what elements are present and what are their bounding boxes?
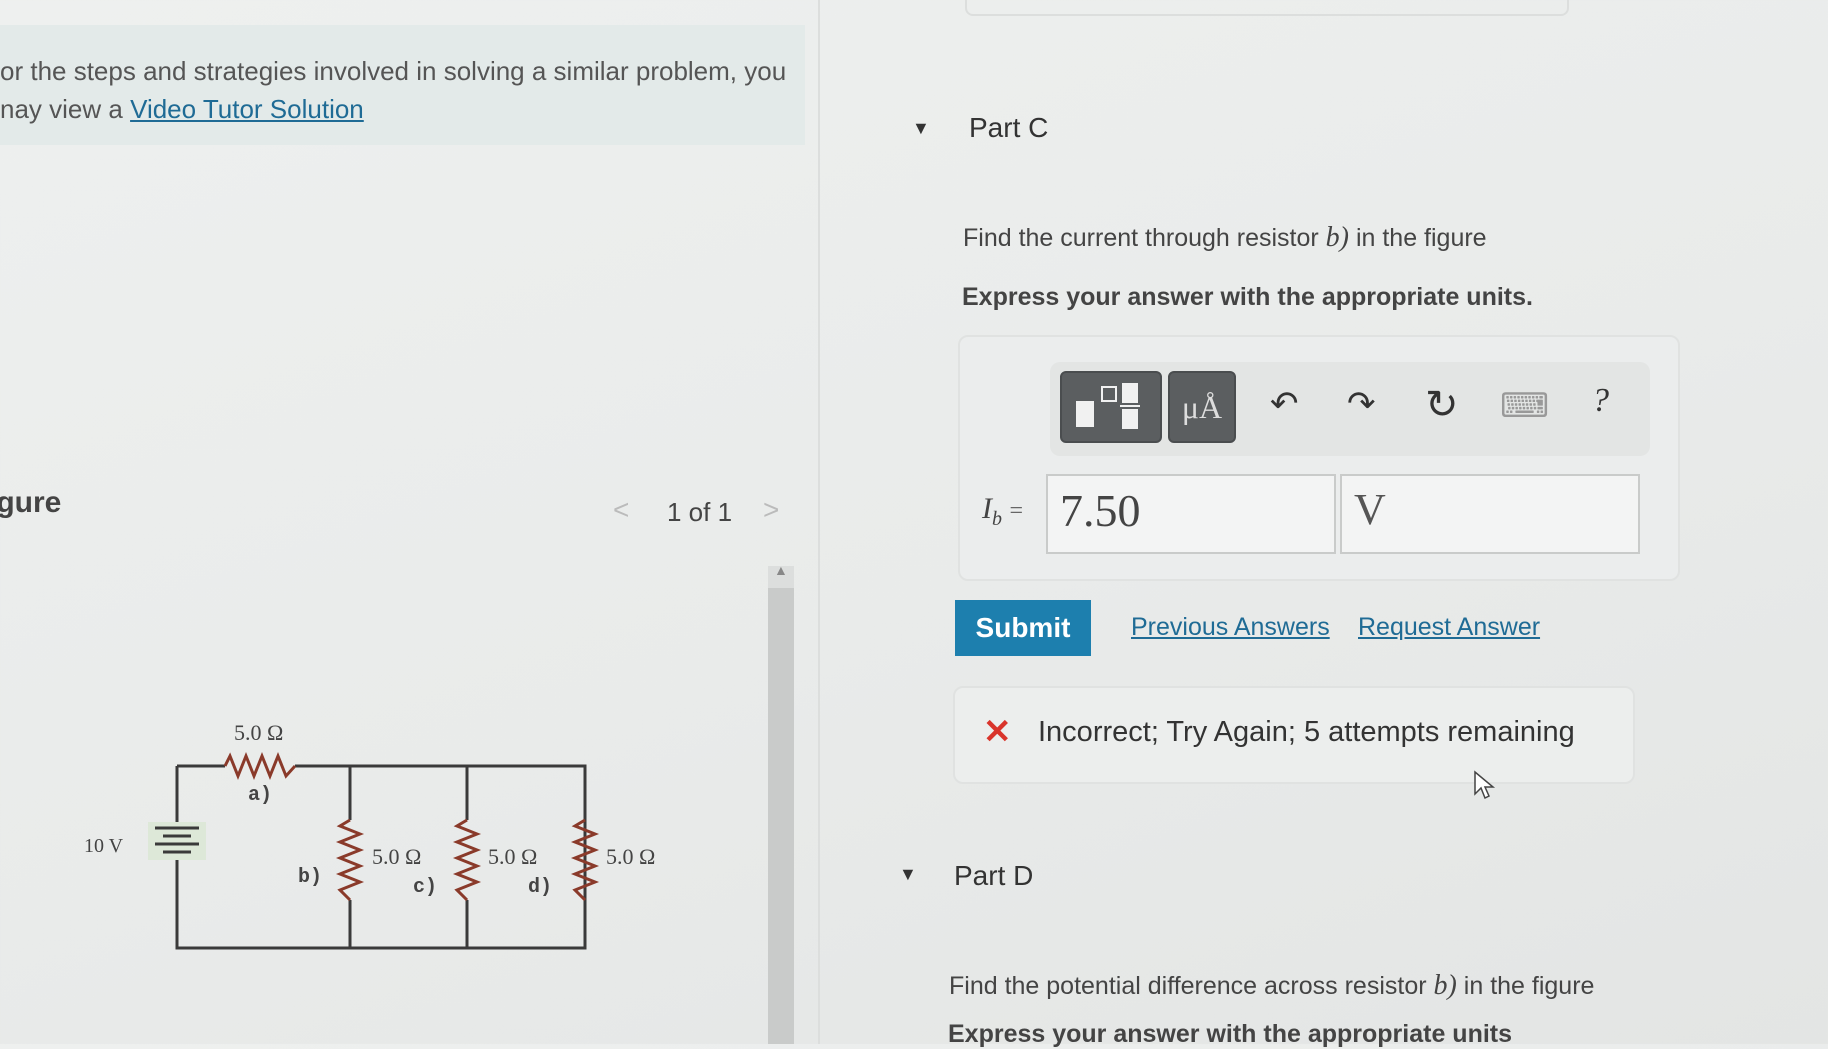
units-button[interactable]: μÅ	[1168, 371, 1236, 443]
resistor-e-value: 5.0 Ω	[606, 844, 655, 869]
part-c-question: Find the current through resistor b) in …	[963, 222, 1487, 254]
part-c-question-prefix: Find the current through resistor	[963, 224, 1326, 252]
hint-line-2-prefix: nay view a	[0, 94, 131, 124]
redo-icon[interactable]: ↷	[1347, 384, 1376, 424]
part-d-question-var: b)	[1433, 970, 1457, 1001]
battery-symbol	[148, 822, 206, 860]
resistor-c-value: 5.0 Ω	[372, 844, 421, 869]
pager-prev-button[interactable]: <	[613, 494, 629, 526]
resistor-c-label: c)	[413, 876, 437, 899]
hint-line-1: or the steps and strategies involved in …	[0, 56, 787, 86]
incorrect-x-icon: ✕	[983, 713, 1012, 751]
answer-unit-field[interactable]: V	[1340, 474, 1640, 554]
scroll-up-arrow-icon[interactable]: ▲	[774, 562, 788, 578]
resistor-a-value: 5.0 Ω	[234, 720, 283, 745]
figure-heading: igure	[0, 486, 62, 519]
pager-next-button[interactable]: >	[763, 494, 779, 526]
part-d-question: Find the potential difference across res…	[949, 970, 1594, 1002]
previous-answers-link[interactable]: Previous Answers	[1131, 613, 1330, 642]
resistor-d-label: d)	[528, 876, 552, 899]
hint-text: or the steps and strategies involved in …	[0, 52, 790, 128]
resistor-c	[452, 818, 482, 902]
battery-label: 10 V	[84, 835, 124, 857]
help-icon[interactable]: ?	[1592, 382, 1609, 420]
part-d-collapse-toggle[interactable]: ▼	[899, 864, 917, 885]
feedback-message: Incorrect; Try Again; 5 attempts remaini…	[1038, 716, 1575, 748]
part-c-instruction: Express your answer with the appropriate…	[962, 283, 1533, 311]
circuit-figure: 10 V 5.0 Ω a) b) 5.0 Ω c) 5.0 Ω d) 5.0 Ω	[84, 720, 655, 950]
part-c-question-var: b)	[1325, 222, 1349, 253]
keyboard-icon[interactable]: ⌨	[1500, 386, 1549, 426]
column-divider	[818, 0, 820, 1044]
part-d-question-suffix: in the figure	[1456, 972, 1595, 1000]
fraction-templates-icon	[1076, 383, 1140, 429]
resistor-d-value: 5.0 Ω	[488, 844, 537, 869]
submit-button[interactable]: Submit	[955, 600, 1091, 656]
answer-value-field[interactable]: 7.50	[1046, 474, 1336, 554]
part-d-instruction: Express your answer with the appropriate…	[948, 1020, 1513, 1048]
part-d-title: Part D	[954, 860, 1034, 891]
variable-symbol: I	[982, 492, 992, 525]
resistor-b	[335, 818, 365, 902]
video-tutor-link[interactable]: Video Tutor Solution	[130, 94, 364, 124]
part-c-title: Part C	[969, 112, 1049, 143]
variable-subscript: b	[992, 508, 1002, 530]
part-d-question-prefix: Find the potential difference across res…	[949, 972, 1434, 1000]
mouse-pointer-icon	[1474, 770, 1496, 800]
resistor-a	[223, 751, 297, 781]
templates-button[interactable]	[1060, 371, 1162, 443]
variable-equals: =	[1009, 498, 1024, 524]
previous-part-panel-edge	[965, 0, 1569, 16]
variable-label: Ib =	[982, 492, 1023, 531]
request-answer-link[interactable]: Request Answer	[1358, 613, 1540, 642]
reset-icon[interactable]: ↻	[1425, 382, 1459, 428]
pager-label: 1 of 1	[667, 497, 733, 527]
resistor-a-label: a)	[248, 784, 272, 807]
resistor-b-label: b)	[298, 866, 322, 889]
part-c-question-suffix: in the figure	[1349, 224, 1487, 252]
part-c-collapse-toggle[interactable]: ▼	[912, 118, 930, 139]
hint-line-2: nay view a Video Tutor Solution	[0, 90, 790, 128]
figure-scrollbar-thumb[interactable]	[768, 588, 794, 1044]
undo-icon[interactable]: ↶	[1270, 384, 1299, 424]
